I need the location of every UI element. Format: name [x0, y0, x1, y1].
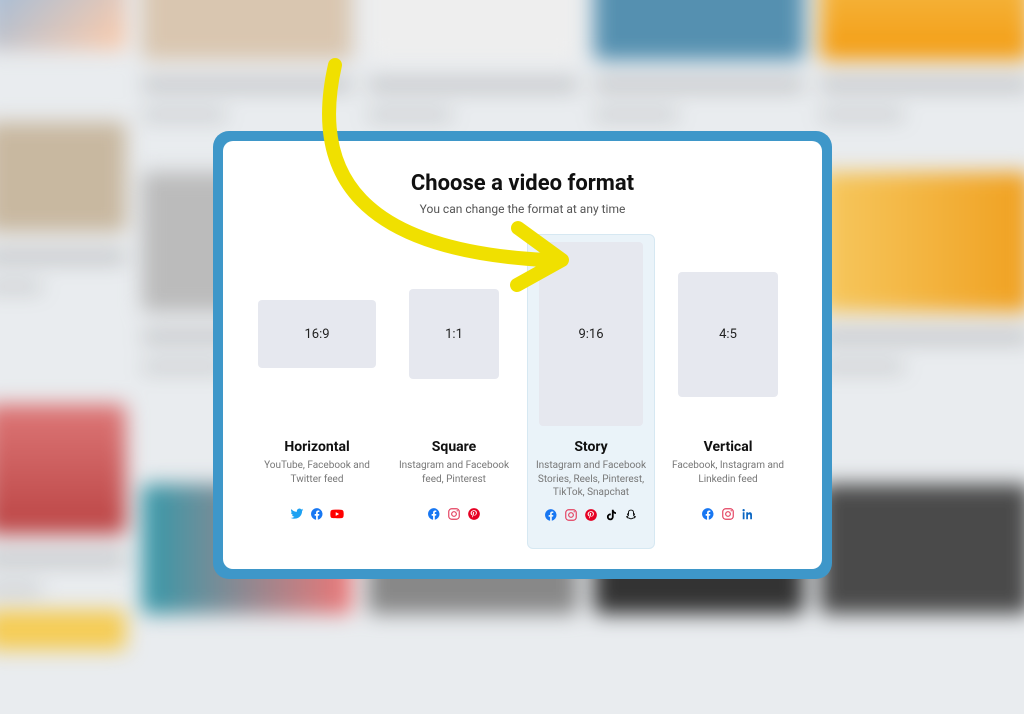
aspect-thumb-1-1: 1:1: [409, 289, 499, 379]
pinterest-icon: [467, 507, 481, 521]
twitter-icon: [290, 507, 304, 521]
format-option-horizontal[interactable]: 16:9 Horizontal YouTube, Facebook and Tw…: [253, 234, 381, 549]
linkedin-icon: [741, 507, 755, 521]
format-option-story[interactable]: 9:16 Story Instagram and Facebook Storie…: [527, 234, 655, 549]
tiktok-icon: [604, 508, 618, 522]
modal-title: Choose a video format: [253, 171, 792, 196]
ratio-label: 1:1: [445, 327, 463, 342]
video-format-modal: Choose a video format You can change the…: [223, 141, 822, 569]
format-desc: Instagram and Facebook feed, Pinterest: [395, 459, 513, 499]
facebook-icon: [701, 507, 715, 521]
format-name: Vertical: [704, 439, 753, 455]
format-name: Story: [574, 439, 607, 455]
snapchat-icon: [624, 508, 638, 522]
format-name: Horizontal: [284, 439, 349, 455]
facebook-icon: [544, 508, 558, 522]
youtube-icon: [330, 507, 344, 521]
facebook-icon: [310, 507, 324, 521]
thumb-wrap: 16:9: [258, 239, 376, 429]
instagram-icon: [564, 508, 578, 522]
modal-subtitle: You can change the format at any time: [253, 202, 792, 216]
aspect-thumb-9-16: 9:16: [539, 242, 643, 426]
format-icons: [427, 507, 481, 521]
format-options: 16:9 Horizontal YouTube, Facebook and Tw…: [253, 234, 792, 549]
format-icons: [701, 507, 755, 521]
format-option-vertical[interactable]: 4:5 Vertical Facebook, Instagram and Lin…: [664, 234, 792, 549]
aspect-thumb-16-9: 16:9: [258, 300, 376, 368]
format-desc: YouTube, Facebook and Twitter feed: [258, 459, 376, 499]
format-icons: [290, 507, 344, 521]
thumb-wrap: 4:5: [669, 239, 787, 429]
modal-frame: Choose a video format You can change the…: [213, 131, 832, 579]
ratio-label: 16:9: [304, 327, 329, 342]
thumb-wrap: 1:1: [395, 239, 513, 429]
format-option-square[interactable]: 1:1 Square Instagram and Facebook feed, …: [390, 234, 518, 549]
format-desc: Facebook, Instagram and Linkedin feed: [669, 459, 787, 499]
format-desc: Instagram and Facebook Stories, Reels, P…: [532, 459, 650, 500]
format-icons: [544, 508, 638, 522]
thumb-wrap: 9:16: [532, 239, 650, 429]
instagram-icon: [447, 507, 461, 521]
ratio-label: 4:5: [719, 327, 737, 342]
pinterest-icon: [584, 508, 598, 522]
facebook-icon: [427, 507, 441, 521]
format-name: Square: [432, 439, 476, 455]
aspect-thumb-4-5: 4:5: [678, 272, 778, 397]
instagram-icon: [721, 507, 735, 521]
ratio-label: 9:16: [578, 327, 603, 342]
